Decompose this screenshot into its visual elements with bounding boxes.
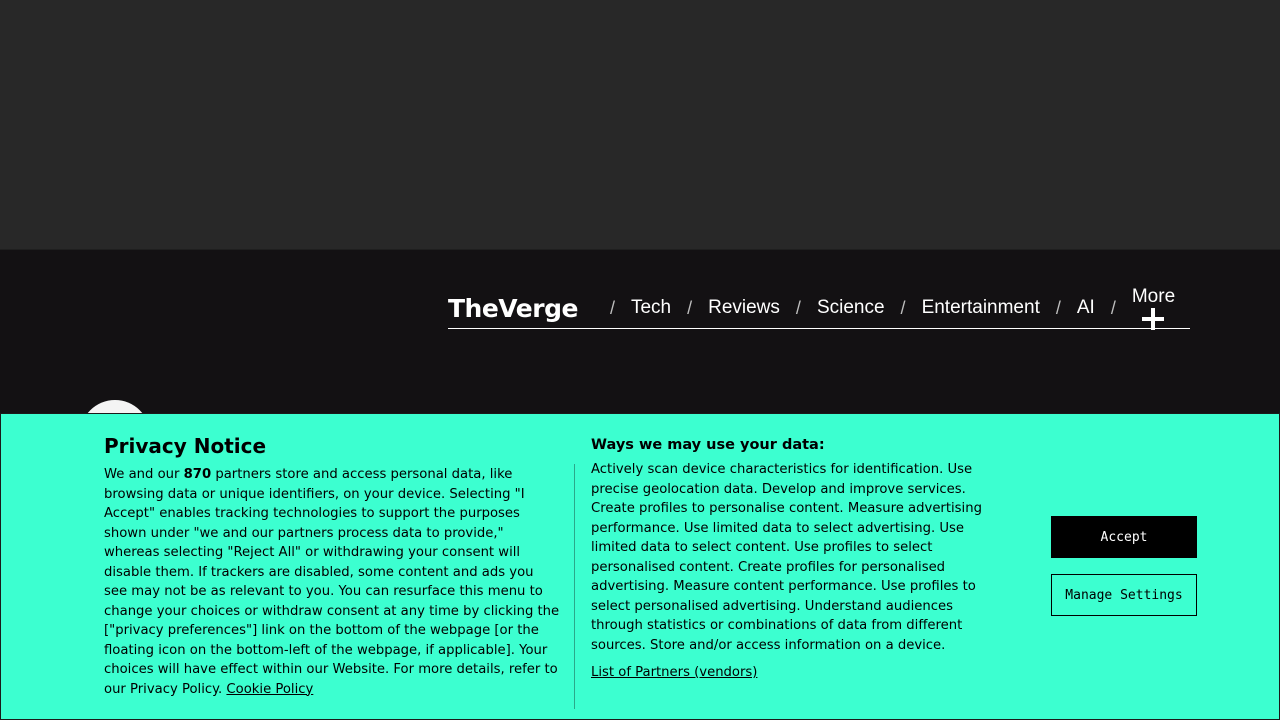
accept-button[interactable]: Accept [1051, 516, 1197, 558]
privacy-consent-banner: Privacy Notice We and our 870 partners s… [0, 413, 1280, 720]
plus-icon [1141, 308, 1164, 330]
nav-separator: / [687, 297, 693, 318]
data-uses-title: Ways we may use your data: [591, 437, 825, 453]
verge-logo[interactable]: TheVerge [448, 294, 578, 323]
partner-count: 870 [183, 467, 212, 482]
data-uses-column: Ways we may use your data: Actively scan… [591, 437, 991, 683]
privacy-body-prefix: We and our [104, 467, 184, 482]
nav-item-more[interactable]: More [1132, 286, 1190, 330]
nav-separator: / [609, 297, 615, 318]
cookie-policy-link[interactable]: Cookie Policy [226, 682, 313, 697]
main-nav: TheVerge / Tech / Reviews / Science / En… [448, 286, 1190, 330]
privacy-body-main: partners store and access personal data,… [104, 467, 560, 697]
nav-item-entertainment[interactable]: Entertainment [922, 297, 1040, 319]
nav-separator: / [900, 297, 906, 318]
privacy-title: Privacy Notice [104, 434, 267, 458]
privacy-notice-column: Privacy Notice We and our 870 partners s… [104, 434, 560, 699]
nav-item-tech[interactable]: Tech [631, 297, 671, 319]
nav-separator: / [1110, 297, 1116, 318]
manage-settings-button[interactable]: Manage Settings [1051, 574, 1197, 616]
ad-region [0, 0, 1280, 250]
nav-item-science[interactable]: Science [817, 297, 885, 319]
nav-item-reviews[interactable]: Reviews [708, 297, 780, 319]
column-divider [574, 464, 575, 709]
nav-item-ai[interactable]: AI [1077, 297, 1095, 319]
nav-separator: / [1055, 297, 1061, 318]
nav-item-more-label: More [1131, 286, 1176, 307]
privacy-body: We and our 870 partners store and access… [104, 465, 560, 699]
data-uses-body: Actively scan device characteristics for… [591, 462, 982, 653]
partners-list-link[interactable]: List of Partners (vendors) [591, 665, 757, 680]
nav-separator: / [795, 297, 801, 318]
